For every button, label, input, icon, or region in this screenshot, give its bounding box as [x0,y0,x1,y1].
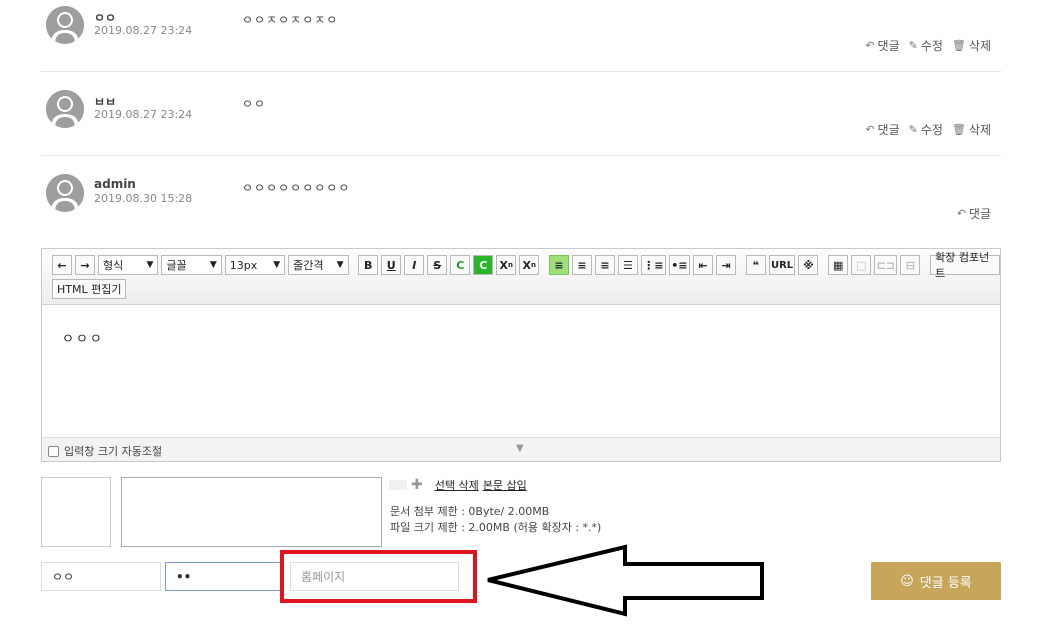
editor-footer: 입력창 크기 자동조절 ▼ [42,437,1000,461]
font-color-icon[interactable]: C [450,255,471,275]
attachment-actions: ✚ 선택 삭제 본문 삽입 [389,477,527,493]
split-cells-icon[interactable]: ⊟ [900,255,921,275]
table-icon[interactable]: ▦ [828,255,849,275]
pencil-icon: ✎ [908,39,918,52]
delete-button[interactable]: 🗑 삭제 [952,37,991,54]
ordered-list-icon[interactable]: ⋮≡ [640,255,666,275]
delete-button[interactable]: 🗑 삭제 [952,121,991,138]
unordered-list-icon[interactable]: •≡ [668,255,690,275]
comment-body: ㅇㅇㅈㅇㅈㅇㅈㅇ [242,13,339,27]
doc-limit-text: 문서 첨부 제한 : 0Byte/ 2.00MB [390,505,550,518]
outdent-icon[interactable]: ⇤ [692,255,713,275]
special-char-icon[interactable]: ※ [798,255,819,275]
indent-icon[interactable]: ⇥ [715,255,736,275]
bold-icon[interactable]: B [358,255,379,275]
avatar [46,90,84,128]
comment-actions: ↶ 댓글 ✎ 수정 🗑 삭제 [865,121,991,138]
subscript-icon[interactable]: Xn [519,255,540,275]
editor-content: ㅇㅇㅇ [62,332,104,347]
comment-date: 2019.08.30 15:28 [94,192,193,205]
reply-button[interactable]: ↶ 댓글 [865,121,899,138]
extension-component-button[interactable]: 확장 컴포넌트 [930,251,1001,280]
reply-icon: ↶ [956,207,966,220]
reply-button[interactable]: ↶ 댓글 [957,205,991,222]
file-upload-button[interactable] [389,480,407,490]
format-select[interactable]: 형식 ▼ [98,255,159,275]
comment-item: ㅇㅇ 2019.08.27 23:24 ㅇㅇㅈㅇㅈㅇㅈㅇ ↶ 댓글 ✎ 수정 🗑 삭제 [41,0,1001,72]
comment-actions: ↶ 댓글 ✎ 수정 🗑 삭제 [865,37,991,54]
edit-button[interactable]: ✎ 수정 [909,121,943,138]
trash-icon: 🗑 [951,123,966,136]
chevron-down-icon: ▼ [336,260,344,270]
italic-icon[interactable]: I [404,255,425,275]
blockquote-icon[interactable]: ❝ [745,255,766,275]
pencil-icon: ✎ [908,123,918,136]
reply-icon: ↶ [865,39,875,52]
comment-actions: ↶ 댓글 [957,205,991,222]
comment-date: 2019.08.27 23:24 [94,24,193,37]
editor-toolbar: ← → 형식 ▼ 글꼴 ▼ 13px ▼ 줄간격 ▼ B U I S C C Xn Xn… [42,249,1001,305]
arrow-annotation [487,544,764,617]
trash-icon: 🗑 [951,39,966,52]
auto-resize-toggle[interactable]: 입력창 크기 자동조절 [48,443,162,459]
comment-item: admin 2019.08.30 15:28 ㅇㅇㅇㅇㅇㅇㅇㅇㅇ ↶ 댓글 [41,156,1001,240]
strikethrough-icon[interactable]: S [427,255,448,275]
comment-body: ㅇㅇㅇㅇㅇㅇㅇㅇㅇ [242,181,351,195]
comment-author: admin [94,177,136,191]
file-limit-text: 파일 크기 제한 : 2.00MB (허용 확장자 : *.*) [390,521,602,534]
merge-cells-icon[interactable]: ⊏⊐ [874,255,898,275]
reply-button[interactable]: ↶ 댓글 [865,37,899,54]
comment-editor: ← → 형식 ▼ 글꼴 ▼ 13px ▼ 줄간격 ▼ B U I S C C Xn Xn… [41,248,1001,462]
align-right-icon[interactable]: ≡ [594,255,615,275]
align-justify-icon[interactable]: ☰ [617,255,638,275]
font-select[interactable]: 글꼴 ▼ [161,255,222,275]
align-left-icon[interactable]: ≡ [548,255,569,275]
background-color-icon[interactable]: C [473,255,494,275]
comment-item: ㅂㅂ 2019.08.27 23:24 ㅇㅇ ↶ 댓글 ✎ 수정 🗑 삭제 [41,72,1001,156]
cell-icon[interactable]: □ [851,255,872,275]
font-size-select[interactable]: 13px ▼ [224,255,286,275]
submit-comment-button[interactable]: ☺ 댓글 등록 [871,562,1001,600]
insert-body-link[interactable]: 본문 삽입 [483,477,527,493]
attachment-info: 문서 첨부 제한 : 0Byte/ 2.00MB 파일 크기 제한 : 2.00… [390,504,601,536]
line-height-select[interactable]: 줄간격 ▼ [288,255,349,275]
avatar [46,6,84,44]
avatar [46,174,84,212]
auto-resize-checkbox[interactable] [48,445,59,457]
name-input[interactable]: ㅇㅇ [41,562,161,591]
undo-icon[interactable]: ← [52,255,72,275]
url-button[interactable]: URL [768,255,796,275]
edit-button[interactable]: ✎ 수정 [909,37,943,54]
chevron-down-icon: ▼ [209,260,217,270]
editor-content-area[interactable]: ㅇㅇㅇ [42,306,1000,436]
superscript-icon[interactable]: Xn [496,255,517,275]
chevron-down-icon: ▼ [146,260,154,270]
underline-icon[interactable]: U [381,255,402,275]
password-input[interactable]: •• [165,562,282,591]
comment-body: ㅇㅇ [242,97,267,111]
reply-icon: ↶ [865,123,875,136]
comment-icon: ☺ [900,573,914,589]
attachment-file-list[interactable] [121,477,382,547]
chevron-down-icon: ▼ [273,260,281,270]
resize-handle-icon[interactable]: ▼ [516,443,524,454]
auto-resize-label: 입력창 크기 자동조절 [64,445,163,458]
html-editor-button[interactable]: HTML 편집기 [52,279,127,299]
puzzle-icon[interactable]: ✚ [411,477,423,493]
align-center-icon[interactable]: ≡ [571,255,592,275]
delete-selected-link[interactable]: 선택 삭제 [435,477,479,493]
highlight-box [280,550,477,603]
redo-icon[interactable]: → [75,255,95,275]
comment-date: 2019.08.27 23:24 [94,108,193,121]
attachment-preview [41,477,111,547]
